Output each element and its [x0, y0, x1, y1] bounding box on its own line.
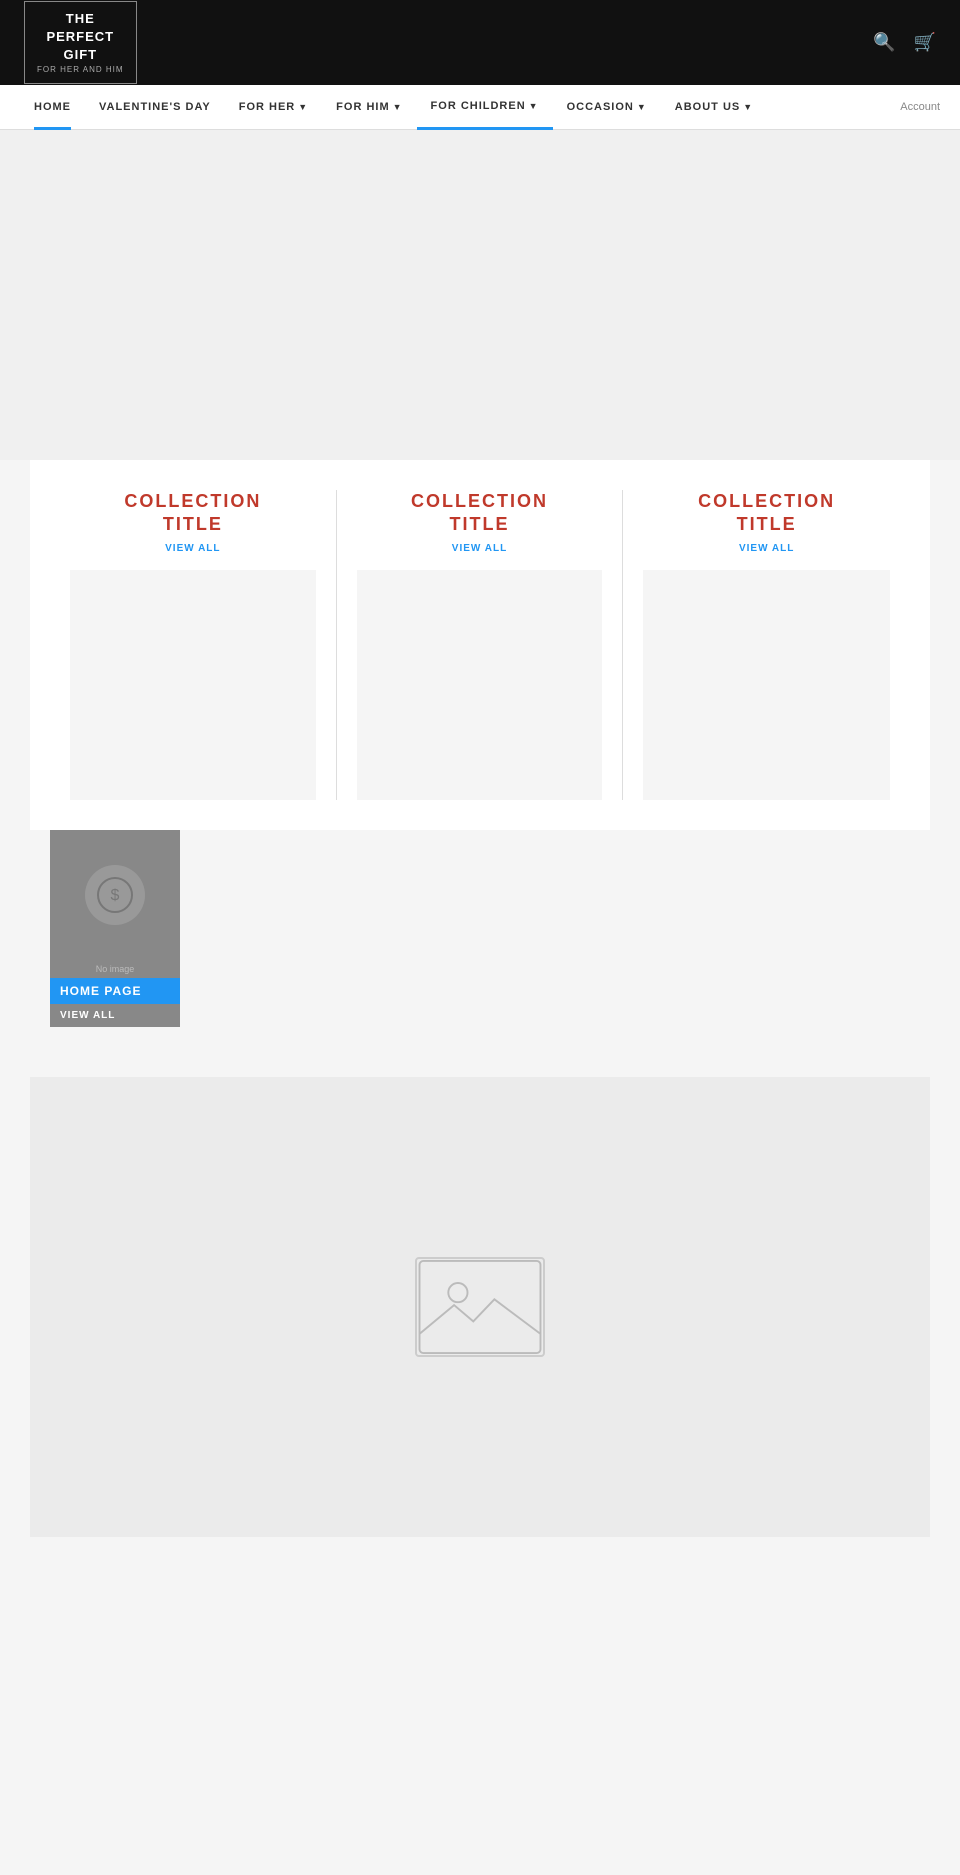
- logo-tagline: FOR HER AND HIM: [37, 64, 124, 75]
- svg-text:$: $: [111, 887, 120, 904]
- image-placeholder-icon: [415, 1257, 545, 1357]
- header: THE PERFECT GIFT FOR HER AND HIM 🔍 🛒: [0, 0, 960, 85]
- card-section: $ No image HOME PAGE VIEW ALL: [30, 830, 930, 1057]
- collection-view-all-3[interactable]: VIEW ALL: [643, 543, 890, 554]
- nav-item-for-him[interactable]: FOR HIM ▼: [322, 85, 416, 130]
- nav-item-for-her[interactable]: FOR HER ▼: [225, 85, 322, 130]
- collection-view-all-1[interactable]: VIEW ALL: [70, 543, 316, 554]
- nav-item-for-children[interactable]: FOR CHILDREN ▼: [417, 85, 553, 130]
- collection-image-2: [357, 570, 603, 800]
- logo-line2: PERFECT: [37, 28, 124, 46]
- chevron-down-icon: ▼: [393, 102, 403, 112]
- logo-line3: GIFT: [37, 46, 124, 64]
- search-icon[interactable]: 🔍: [873, 32, 895, 53]
- nav-item-about-us[interactable]: ABOUT US ▼: [661, 85, 767, 130]
- card-view-all[interactable]: VIEW ALL: [50, 1004, 180, 1027]
- nav-item-valentines[interactable]: VALENTINE'S DAY: [85, 85, 225, 130]
- hero-area: [0, 130, 960, 460]
- collection-image-1: [70, 570, 316, 800]
- chevron-down-icon: ▼: [637, 102, 647, 112]
- collection-col-3: COLLECTION TITLE VIEW ALL: [623, 490, 910, 800]
- collection-title-3: COLLECTION TITLE: [643, 490, 890, 537]
- no-image-label: No image: [50, 960, 180, 978]
- collection-col-1: COLLECTION TITLE VIEW ALL: [50, 490, 337, 800]
- no-image-card-image: $: [50, 830, 180, 960]
- collection-title-2: COLLECTION TITLE: [357, 490, 603, 537]
- collection-view-all-2[interactable]: VIEW ALL: [357, 543, 603, 554]
- nav-item-home[interactable]: HOME: [20, 85, 85, 130]
- nav-item-occasion[interactable]: OCCASION ▼: [553, 85, 661, 130]
- collections-section: COLLECTION TITLE VIEW ALL COLLECTION TIT…: [30, 460, 930, 830]
- chevron-down-icon: ▼: [298, 102, 308, 112]
- chevron-down-icon: ▼: [743, 102, 753, 112]
- header-icons: 🔍 🛒: [873, 32, 936, 53]
- home-page-badge: HOME PAGE: [50, 978, 180, 1004]
- bottom-section: [0, 1057, 960, 1537]
- no-image-icon: $: [85, 865, 145, 925]
- logo-line1: THE: [37, 10, 124, 28]
- collection-col-2: COLLECTION TITLE VIEW ALL: [337, 490, 624, 800]
- cart-icon[interactable]: 🛒: [914, 32, 936, 53]
- chevron-down-icon: ▼: [529, 101, 539, 111]
- bottom-image-container: [30, 1077, 930, 1537]
- collections-grid: COLLECTION TITLE VIEW ALL COLLECTION TIT…: [50, 490, 910, 800]
- no-image-card[interactable]: $ No image HOME PAGE VIEW ALL: [50, 830, 180, 1027]
- main-nav: HOME VALENTINE'S DAY FOR HER ▼ FOR HIM ▼…: [0, 85, 960, 130]
- collection-image-3: [643, 570, 890, 800]
- nav-account[interactable]: Account: [900, 101, 940, 113]
- logo[interactable]: THE PERFECT GIFT FOR HER AND HIM: [24, 1, 137, 85]
- collection-title-1: COLLECTION TITLE: [70, 490, 316, 537]
